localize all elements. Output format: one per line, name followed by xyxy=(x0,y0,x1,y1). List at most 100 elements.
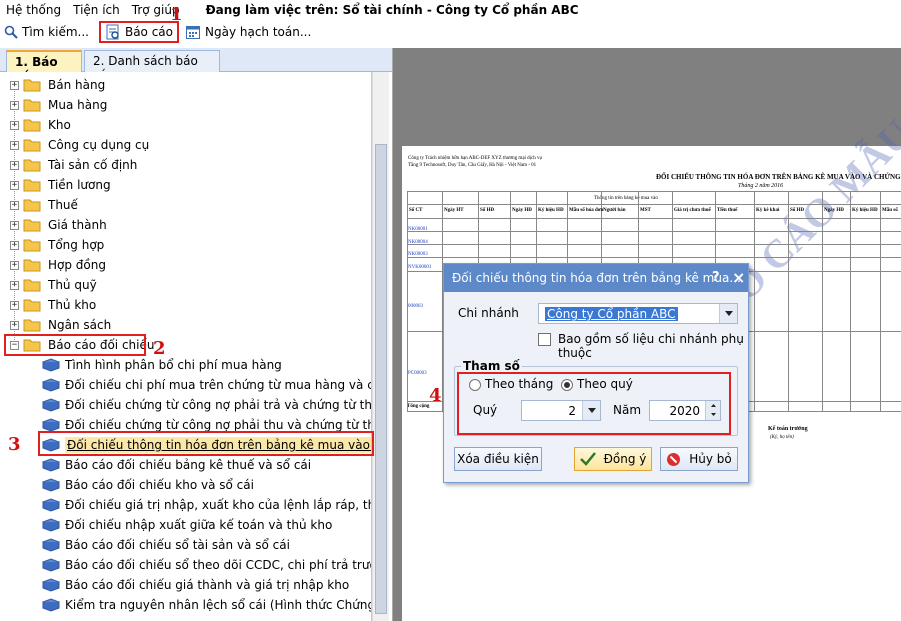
clear-conditions-label: Xóa điều kiện xyxy=(457,452,539,466)
tree-scrollbar[interactable] xyxy=(372,72,389,621)
tree-report-item[interactable]: Báo cáo đối chiếu sổ theo dõi CCDC, chi … xyxy=(42,555,371,575)
expand-icon[interactable]: + xyxy=(10,260,19,270)
expand-icon[interactable]: + xyxy=(10,200,19,210)
preview-col-header: Mẫu số xyxy=(882,208,898,213)
preview-doc-id: NK00001 xyxy=(408,227,428,232)
tab-reports[interactable]: 1. Báo cáo xyxy=(6,50,82,83)
tree-folder-label: Bán hàng xyxy=(48,78,106,92)
annotation-3: 3 xyxy=(8,434,21,455)
branch-value: Công ty Cổ phần ABC xyxy=(545,307,678,321)
tree-report-label: Báo cáo đối chiếu bảng kê thuế và sổ cái xyxy=(65,458,312,472)
expand-icon[interactable]: + xyxy=(10,280,19,290)
preview-col-header: Ký hiệu HĐ xyxy=(538,208,564,213)
menu-utilities[interactable]: Tiện ích xyxy=(67,3,126,17)
expand-icon[interactable]: + xyxy=(10,120,19,130)
preview-col-header: Mẫu số hóa đơn xyxy=(569,208,604,213)
expand-icon[interactable]: + xyxy=(10,300,19,310)
menu-system[interactable]: Hệ thống xyxy=(0,3,67,17)
expand-icon[interactable]: + xyxy=(10,80,19,90)
report-book-icon xyxy=(42,398,60,412)
include-sub-checkbox[interactable] xyxy=(538,333,551,346)
folder-icon xyxy=(23,299,41,312)
tree-folder[interactable]: + Hợp đồng xyxy=(10,255,106,275)
tree-report-item[interactable]: Báo cáo đối chiếu kho và sổ cái xyxy=(42,475,254,495)
folder-icon xyxy=(23,179,41,192)
expand-icon[interactable]: + xyxy=(10,180,19,190)
preview-doc-id: NK00004 xyxy=(408,240,428,245)
tree-report-label: Báo cáo đối chiếu kho và sổ cái xyxy=(65,478,254,492)
expand-icon[interactable]: + xyxy=(10,100,19,110)
tree-folder[interactable]: + Thuế xyxy=(10,195,78,215)
tree-report-label: Báo cáo đối chiếu sổ tài sản và sổ cái xyxy=(65,538,290,552)
preview-doc-id: NVK00001 xyxy=(408,265,432,270)
expand-icon[interactable]: + xyxy=(10,240,19,250)
tree-folder[interactable]: + Giá thành xyxy=(10,215,107,235)
tree-folder[interactable]: + Kho xyxy=(10,115,71,135)
tree-folder-label: Mua hàng xyxy=(48,98,108,112)
tab-report-list[interactable]: 2. Danh sách báo cáo xyxy=(84,50,220,82)
report-book-icon xyxy=(42,458,60,472)
tree-report-item[interactable]: Đối chiếu chi phí mua trên chứng từ mua … xyxy=(42,375,371,395)
report-button[interactable]: Báo cáo xyxy=(98,21,180,43)
tree-report-label: Đối chiếu chi phí mua trên chứng từ mua … xyxy=(65,378,371,392)
ok-button[interactable]: Đồng ý xyxy=(574,447,652,471)
tree-folder[interactable]: + Tổng hợp xyxy=(10,235,104,255)
folder-icon xyxy=(23,119,41,132)
tree-folder[interactable]: + Công cụ dụng cụ xyxy=(10,135,149,155)
report-book-icon xyxy=(42,578,60,592)
tree-report-item[interactable]: Đối chiếu chứng từ công nợ phải trả và c… xyxy=(42,395,371,415)
tree-report-item[interactable]: Báo cáo đối chiếu bảng kê thuế và sổ cái xyxy=(42,455,311,475)
expand-icon[interactable]: + xyxy=(10,320,19,330)
cancel-button[interactable]: Hủy bỏ xyxy=(660,447,738,471)
chevron-down-icon xyxy=(724,311,733,316)
tree-folder-label: Tiền lương xyxy=(48,178,111,192)
calendar-icon xyxy=(186,26,201,39)
preview-doc-id: 000003 xyxy=(408,304,423,309)
tree-report-item[interactable]: Báo cáo đối chiếu sổ tài sản và sổ cái xyxy=(42,535,290,555)
preview-company: Công ty Trách nhiệm hữu hạn ABC-DEF XYZ … xyxy=(408,156,543,161)
branch-select[interactable]: Công ty Cổ phần ABC xyxy=(538,303,738,324)
tree-folder[interactable]: + Ngân sách xyxy=(10,315,111,335)
reconcile-dialog: Đối chiếu thông tin hóa đơn trên bảng kê… xyxy=(443,263,749,483)
tree-report-item[interactable]: Kiểm tra nguyên nhân lệch sổ cái (Hình t… xyxy=(42,595,372,615)
preview-col-header: Ký hiệu HĐ xyxy=(852,208,878,213)
preview-col-header: Số HĐ xyxy=(480,208,495,213)
expand-icon[interactable]: + xyxy=(10,220,19,230)
preview-col-header: Ngày HĐ xyxy=(824,208,844,213)
tree-report-item[interactable]: Đối chiếu giá trị nhập, xuất kho của lện… xyxy=(42,495,371,515)
preview-signer: Kế toán trưởng xyxy=(768,426,808,432)
report-book-icon xyxy=(42,558,60,572)
tree-report-item[interactable]: Báo cáo đối chiếu giá thành và giá trị n… xyxy=(42,575,349,595)
tree-folder[interactable]: + Bán hàng xyxy=(10,75,105,95)
report-book-icon xyxy=(42,518,60,532)
folder-icon xyxy=(23,139,41,152)
report-button-label: Báo cáo xyxy=(124,25,174,39)
tree-folder[interactable]: + Thủ kho xyxy=(10,295,96,315)
expand-icon[interactable]: + xyxy=(10,160,19,170)
tree-folder[interactable]: + Mua hàng xyxy=(10,95,107,115)
tree-folder-label: Thủ quỹ xyxy=(48,278,97,292)
branch-dropdown-button[interactable] xyxy=(719,304,737,323)
annotation-4: 4 xyxy=(429,385,442,406)
clear-conditions-button[interactable]: Xóa điều kiện xyxy=(454,447,542,471)
tree-folder[interactable]: + Tài sản cố định xyxy=(10,155,137,175)
tree-report-label: Kiểm tra nguyên nhân lệch sổ cái (Hình t… xyxy=(65,598,372,612)
report-book-icon xyxy=(42,538,60,552)
expand-icon[interactable]: + xyxy=(10,140,19,150)
tree-report-item[interactable]: Đối chiếu nhập xuất giữa kế toán và thủ … xyxy=(42,515,332,535)
ok-label: Đồng ý xyxy=(603,452,647,466)
tree-folder-label: Ngân sách xyxy=(48,318,112,332)
report-tabs: 1. Báo cáo 2. Danh sách báo cáo xyxy=(0,48,392,83)
menu-bar: Hệ thống Tiện ích Trợ giúp Đang làm việc… xyxy=(0,0,901,20)
tree-folder[interactable]: + Thủ quỹ xyxy=(10,275,97,295)
folder-icon xyxy=(23,199,41,212)
folder-icon xyxy=(23,159,41,172)
preview-col-header: Ngày HT xyxy=(444,208,464,213)
search-button[interactable]: Tìm kiếm... xyxy=(0,21,93,43)
close-icon[interactable]: × xyxy=(732,268,745,287)
report-book-icon xyxy=(42,358,60,372)
tree-scrollbar-thumb[interactable] xyxy=(375,144,387,614)
posting-date-button[interactable]: Ngày hạch toán... xyxy=(181,21,315,43)
tree-folder[interactable]: + Tiền lương xyxy=(10,175,111,195)
help-icon[interactable]: ? xyxy=(712,270,720,285)
